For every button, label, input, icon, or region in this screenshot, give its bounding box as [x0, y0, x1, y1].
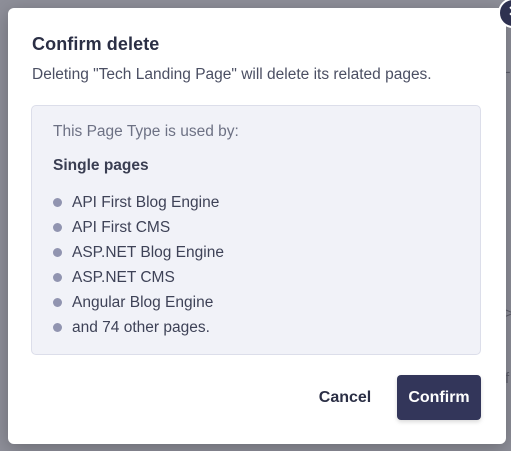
list-item: ASP.NET Blog Engine [53, 240, 224, 265]
list-item: API First CMS [53, 215, 224, 240]
list-item-label: Angular Blog Engine [72, 293, 214, 311]
list-item-label: API First Blog Engine [72, 193, 220, 211]
bullet-icon [53, 198, 62, 207]
usage-section-title: Single pages [53, 157, 149, 174]
bullet-icon [53, 323, 62, 332]
list-item: Angular Blog Engine [53, 290, 224, 315]
usage-info-box: This Page Type is used by: Single pages … [31, 105, 481, 355]
list-item-label: ASP.NET Blog Engine [72, 243, 224, 261]
confirm-button[interactable]: Confirm [397, 375, 481, 420]
list-item: API First Blog Engine [53, 190, 224, 215]
bullet-icon [53, 298, 62, 307]
list-item-label: and 74 other pages. [72, 318, 210, 336]
dialog-title: Confirm delete [32, 34, 160, 54]
list-item-label: API First CMS [72, 218, 171, 236]
bullet-icon [53, 223, 62, 232]
list-item-label: ASP.NET CMS [72, 268, 175, 286]
dialog-description: Deleting "Tech Landing Page" will delete… [32, 66, 432, 83]
close-button[interactable]: ✕ [498, 0, 511, 28]
confirm-delete-dialog: ✕ Confirm delete Deleting "Tech Landing … [8, 0, 511, 444]
bullet-icon [53, 248, 62, 257]
related-pages-list: API First Blog Engine API First CMS ASP.… [53, 190, 224, 340]
list-item: and 74 other pages. [53, 315, 224, 340]
bullet-icon [53, 273, 62, 282]
list-item: ASP.NET CMS [53, 265, 224, 290]
usage-intro: This Page Type is used by: [53, 123, 239, 140]
cancel-button[interactable]: Cancel [304, 376, 386, 420]
